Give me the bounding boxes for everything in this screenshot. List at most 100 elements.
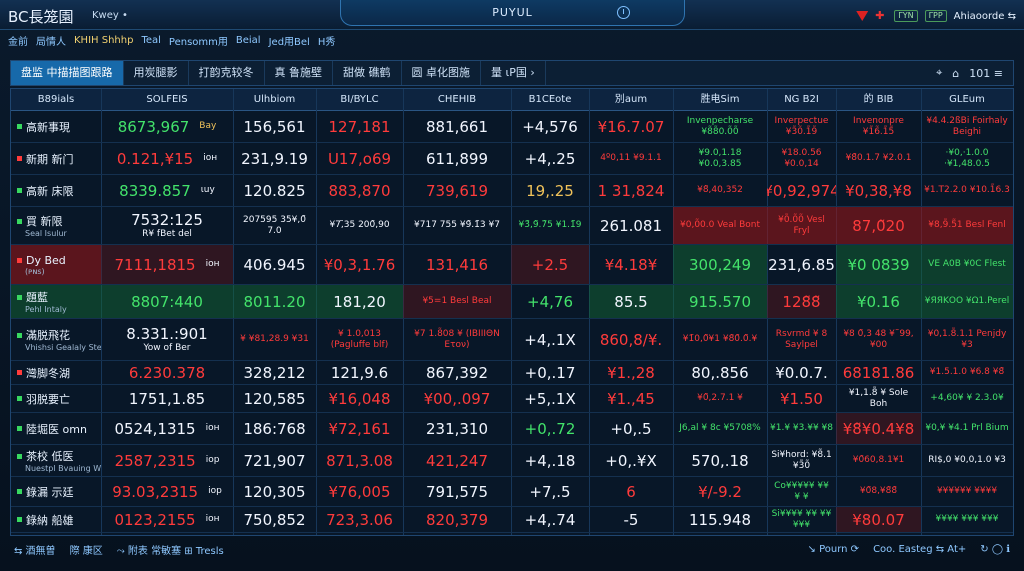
row-name-cell[interactable]: 買 新限 Seal Isulur [11, 207, 101, 244]
column-header[interactable]: NG B2I [767, 89, 836, 111]
value-cell-4[interactable]: 867,392 [403, 361, 511, 384]
value-cell-7[interactable]: 80,.856 [673, 361, 767, 384]
table-row[interactable]: 羽脱要亡 1751,1.85 120,585 ¥16,048 ¥00,.097 +5,.1… [11, 385, 1013, 413]
row-name-cell[interactable]: Dy Bed (ᴘɴs) [11, 245, 101, 284]
table-row[interactable]: 茶校 低医Nuestpl Bvauing Wae 2587,2315 iop 721,… [11, 445, 1013, 477]
value-cell-7[interactable]: ¥8̃,40,352 [673, 175, 767, 206]
footer-left-2[interactable]: ⤳ 附表 常敏塞 ⊞ Tresls [117, 542, 224, 557]
value-cell-4[interactable]: 820,379 [403, 507, 511, 532]
value-cell-10[interactable]: RI$,0 ¥0,0,1.0 ¥3 [921, 445, 1013, 476]
value-cell-5[interactable]: +4,.74 [511, 507, 589, 532]
subbar-item[interactable]: 金前 [8, 33, 28, 48]
value-cell-6[interactable]: 261.081 [589, 207, 673, 244]
value-cell-2[interactable]: 120,585 [233, 385, 316, 412]
subbar-item[interactable]: Beial [236, 35, 261, 46]
value-cell-9[interactable]: Invenonpre ¥1̃6̃.1̃5̃ [836, 111, 921, 142]
column-header[interactable]: B1CEote [511, 89, 589, 111]
value-cell-9[interactable]: ¥0 0839 [836, 245, 921, 284]
subbar-item[interactable]: Teal [141, 35, 160, 46]
value-cell-9[interactable]: ¥0̃60,8.1¥1 [836, 445, 921, 476]
value-cell-7[interactable]: 300,249 [673, 245, 767, 284]
value-cell-3[interactable]: U17,o69 [316, 143, 403, 174]
price-cell[interactable]: 93.03,2315 iop [101, 477, 233, 506]
value-cell-2[interactable]: 750,852 [233, 507, 316, 532]
alert-icon[interactable] [856, 11, 869, 21]
value-cell-2[interactable]: ¥ ¥81,28.9 ¥31 [233, 319, 316, 360]
table-row[interactable]: 買 新限 Seal Isulur 7532:125 R¥ fBet del 207595… [11, 207, 1013, 245]
value-cell-3[interactable]: 127,181 [316, 111, 403, 142]
value-cell-5[interactable]: +2.5 [511, 245, 589, 284]
value-cell-2[interactable]: 8011.20 [233, 285, 316, 318]
value-cell-3[interactable]: ¥76,005 [316, 477, 403, 506]
value-cell-3[interactable]: 181,20 [316, 285, 403, 318]
value-cell-10[interactable]: ¥¥¥¥¥¥ ¥¥¥¥ [921, 477, 1013, 506]
price-cell[interactable]: 6.230.378 [101, 361, 233, 384]
row-name-cell[interactable]: 高新 床限 [11, 175, 101, 206]
column-header[interactable]: GLEum [921, 89, 1013, 111]
value-cell-2[interactable]: 186:768 [233, 413, 316, 444]
value-cell-3[interactable]: ¥ 1.0,013 (Pagluffe blf) [316, 319, 403, 360]
tab-tool-1[interactable]: ⌂ [952, 67, 959, 80]
value-cell-4[interactable]: ¥5=1 Besl Beal [403, 285, 511, 318]
tab-2[interactable]: 打韵克较冬 [189, 61, 265, 85]
footer-left-0[interactable]: ⇆ 酒無曽 [14, 542, 56, 557]
value-cell-7[interactable]: 115.948 [673, 507, 767, 532]
tab-6[interactable]: 量 ιΡ国 › [481, 61, 546, 85]
tab-3[interactable]: 真 鲁施壁 [265, 61, 333, 85]
value-cell-9[interactable]: ¥8̃0.1.7 ¥2.0.1 [836, 143, 921, 174]
value-cell-9[interactable]: ¥80.07 [836, 507, 921, 532]
row-name-cell[interactable]: 茶校 低医Nuestpl Bvauing Wae [11, 445, 101, 476]
value-cell-9[interactable]: ¥0̃8,¥8̃8̃ [836, 477, 921, 506]
value-cell-8[interactable]: ¥1.50 [767, 385, 836, 412]
value-cell-4[interactable]: 131,416 [403, 245, 511, 284]
subbar-item[interactable]: H秀 [318, 33, 336, 48]
clock-icon[interactable] [617, 6, 630, 19]
value-cell-10[interactable]: ¥8,9̃.5̃1 Besl Fenl [921, 207, 1013, 244]
row-name-cell[interactable]: 高新事現 [11, 111, 101, 142]
value-cell-2[interactable]: 120,305 [233, 477, 316, 506]
value-cell-8[interactable]: ¥0.0.7. [767, 361, 836, 384]
value-cell-5[interactable]: +4,76 [511, 285, 589, 318]
value-cell-3[interactable]: 121,9.6 [316, 361, 403, 384]
value-cell-8[interactable]: Rsvrmd ¥ 8 Saylpel [767, 319, 836, 360]
value-cell-10[interactable]: ¥4.4.2ßBi Foirhaly Beighi [921, 111, 1013, 142]
value-cell-7[interactable]: ¥/-9.2 [673, 477, 767, 506]
table-row[interactable]: 高新 床限 8339.857 ιuy 120.825 883,870 739,619 19,… [11, 175, 1013, 207]
tab-5[interactable]: 圆 卓化图施 [402, 61, 481, 85]
tab-1[interactable]: 用炭腿影 [124, 61, 189, 85]
value-cell-6[interactable]: ¥1.,45 [589, 385, 673, 412]
value-cell-4[interactable]: 739,619 [403, 175, 511, 206]
value-cell-8[interactable]: Inverpectue ¥3̃0̃.1̃9̃ [767, 111, 836, 142]
value-cell-3[interactable]: ¥72,161 [316, 413, 403, 444]
value-cell-5[interactable]: +5,.1X [511, 385, 589, 412]
flag-icon[interactable]: ✚ [875, 10, 887, 21]
value-cell-7[interactable]: ¥9.0,1.18 ¥0.0,3.85 [673, 143, 767, 174]
price-cell[interactable]: 8673,967 Bay [101, 111, 233, 142]
value-cell-9[interactable]: ¥8̃¥0.4¥8 [836, 413, 921, 444]
value-cell-5[interactable]: +0,.17 [511, 361, 589, 384]
column-header[interactable]: CHEHIB [403, 89, 511, 111]
value-cell-2[interactable]: 120.825 [233, 175, 316, 206]
value-cell-4[interactable]: 611,899 [403, 143, 511, 174]
value-cell-10[interactable]: ¥¥¥¥ ¥¥¥ ¥¥¥ [921, 507, 1013, 532]
column-header[interactable]: Ulhbiom [233, 89, 316, 111]
value-cell-10[interactable]: ¥0,1.8̃.1.1 Penjdy ¥3 [921, 319, 1013, 360]
footer-right-2[interactable]: ↻ ◯ ℹ [980, 544, 1010, 555]
value-cell-10[interactable]: ¥ЯЯΚΟΟ ¥Ω1.Perel [921, 285, 1013, 318]
value-cell-7[interactable]: J6,al ¥ 8c ¥5708% [673, 413, 767, 444]
column-header[interactable]: 別aum [589, 89, 673, 111]
value-cell-10[interactable]: VE A0B ¥0C Flest [921, 245, 1013, 284]
footer-left-1[interactable]: 際 康区 [70, 542, 103, 557]
price-cell[interactable]: 7111,1815 iон [101, 245, 233, 284]
value-cell-6[interactable]: 4º0,11 ¥9.1.1 [589, 143, 673, 174]
value-cell-8[interactable]: Co¥¥¥¥¥ ¥¥ ¥ ¥ [767, 477, 836, 506]
value-cell-7[interactable]: ¥0̃,2.7.1 ¥ [673, 385, 767, 412]
account-label[interactable]: Ahiaoorde ⇆ [954, 11, 1016, 22]
value-cell-5[interactable]: +4,.25 [511, 143, 589, 174]
value-cell-5[interactable]: +0,.72 [511, 413, 589, 444]
value-cell-8[interactable]: ¥0̃.0̃0̃ Vesl Fryl [767, 207, 836, 244]
table-row[interactable]: 錄漏 示廷 93.03,2315 iop 120,305 ¥76,005 791,575 +… [11, 477, 1013, 507]
value-cell-4[interactable]: ¥7 1.8̃08 ¥ (ΙΒΙΙΙΘΝ Ετον) [403, 319, 511, 360]
value-cell-3[interactable]: ¥16,048 [316, 385, 403, 412]
footer-right-1[interactable]: Coo. Easteg ⇆ At+ [873, 544, 966, 555]
